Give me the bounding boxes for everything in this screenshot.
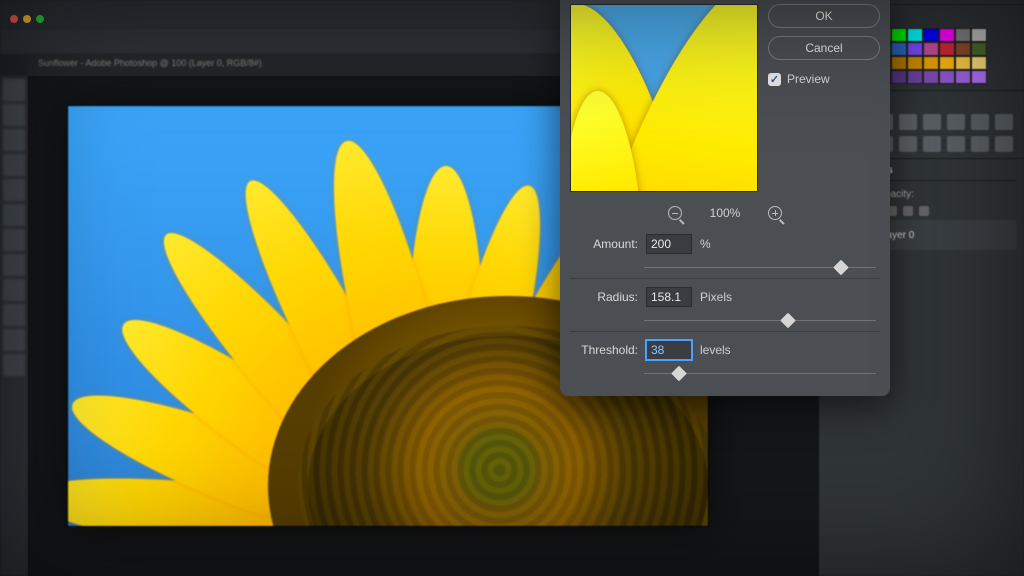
swatch[interactable]: [923, 42, 939, 56]
document-tab[interactable]: Sunflower - Adobe Photoshop @ 100 (Layer…: [38, 58, 262, 68]
lock-icon[interactable]: [919, 206, 929, 216]
window-traffic-lights: [10, 15, 44, 23]
adjustment-icon[interactable]: [899, 136, 917, 152]
tool-button[interactable]: [3, 179, 25, 201]
zoom-window-icon[interactable]: [36, 15, 44, 23]
tool-button[interactable]: [3, 129, 25, 151]
swatch[interactable]: [923, 70, 939, 84]
tools-toolbar[interactable]: [0, 76, 28, 576]
swatch[interactable]: [923, 28, 939, 42]
swatch[interactable]: [939, 70, 955, 84]
preview-checkbox-label: Preview: [787, 72, 830, 86]
swatch[interactable]: [955, 28, 971, 42]
swatch[interactable]: [939, 56, 955, 70]
tool-button[interactable]: [3, 254, 25, 276]
minimize-window-icon[interactable]: [23, 15, 31, 23]
threshold-label: Threshold:: [574, 343, 638, 357]
swatch[interactable]: [907, 28, 923, 42]
adjustment-icon[interactable]: [947, 136, 965, 152]
amount-input[interactable]: [646, 234, 692, 254]
tool-button[interactable]: [3, 304, 25, 326]
adjustment-icon[interactable]: [923, 114, 941, 130]
tool-button[interactable]: [3, 354, 25, 376]
amount-unit: %: [700, 237, 711, 251]
swatch[interactable]: [939, 28, 955, 42]
tool-button[interactable]: [3, 329, 25, 351]
threshold-slider[interactable]: [644, 366, 876, 382]
swatch[interactable]: [955, 56, 971, 70]
swatch[interactable]: [891, 70, 907, 84]
tool-button[interactable]: [3, 79, 25, 101]
close-window-icon[interactable]: [10, 15, 18, 23]
swatch[interactable]: [955, 42, 971, 56]
amount-label: Amount:: [574, 237, 638, 251]
swatch[interactable]: [907, 70, 923, 84]
tool-button[interactable]: [3, 279, 25, 301]
swatch[interactable]: [891, 28, 907, 42]
tool-button[interactable]: [3, 154, 25, 176]
radius-unit: Pixels: [700, 290, 732, 304]
adjustment-icon[interactable]: [971, 114, 989, 130]
swatch[interactable]: [955, 70, 971, 84]
swatch[interactable]: [971, 56, 987, 70]
radius-slider[interactable]: [644, 313, 876, 329]
threshold-unit: levels: [700, 343, 731, 357]
swatch[interactable]: [939, 42, 955, 56]
amount-slider[interactable]: [644, 260, 876, 276]
threshold-input[interactable]: [646, 340, 692, 360]
tool-button[interactable]: [3, 229, 25, 251]
swatch[interactable]: [971, 42, 987, 56]
adjustment-icon[interactable]: [971, 136, 989, 152]
filter-preview[interactable]: [570, 4, 758, 192]
adjustment-icon[interactable]: [923, 136, 941, 152]
zoom-level: 100%: [710, 206, 741, 220]
filter-dialog: OK Cancel ✓ Preview 100% Amount: % Radiu…: [560, 0, 890, 396]
swatch[interactable]: [971, 28, 987, 42]
zoom-out-icon[interactable]: [668, 206, 682, 220]
preview-checkbox[interactable]: ✓: [768, 73, 781, 86]
swatch[interactable]: [907, 56, 923, 70]
tool-button[interactable]: [3, 104, 25, 126]
swatch[interactable]: [907, 42, 923, 56]
swatch[interactable]: [971, 70, 987, 84]
swatch[interactable]: [923, 56, 939, 70]
tool-button[interactable]: [3, 204, 25, 226]
adjustment-icon[interactable]: [947, 114, 965, 130]
radius-label: Radius:: [574, 290, 638, 304]
adjustment-icon[interactable]: [899, 114, 917, 130]
swatch[interactable]: [891, 56, 907, 70]
ok-button[interactable]: OK: [768, 4, 880, 28]
cancel-button[interactable]: Cancel: [768, 36, 880, 60]
adjustment-icon[interactable]: [995, 136, 1013, 152]
zoom-in-icon[interactable]: [768, 206, 782, 220]
radius-input[interactable]: [646, 287, 692, 307]
adjustment-icon[interactable]: [995, 114, 1013, 130]
lock-icon[interactable]: [903, 206, 913, 216]
swatch[interactable]: [891, 42, 907, 56]
